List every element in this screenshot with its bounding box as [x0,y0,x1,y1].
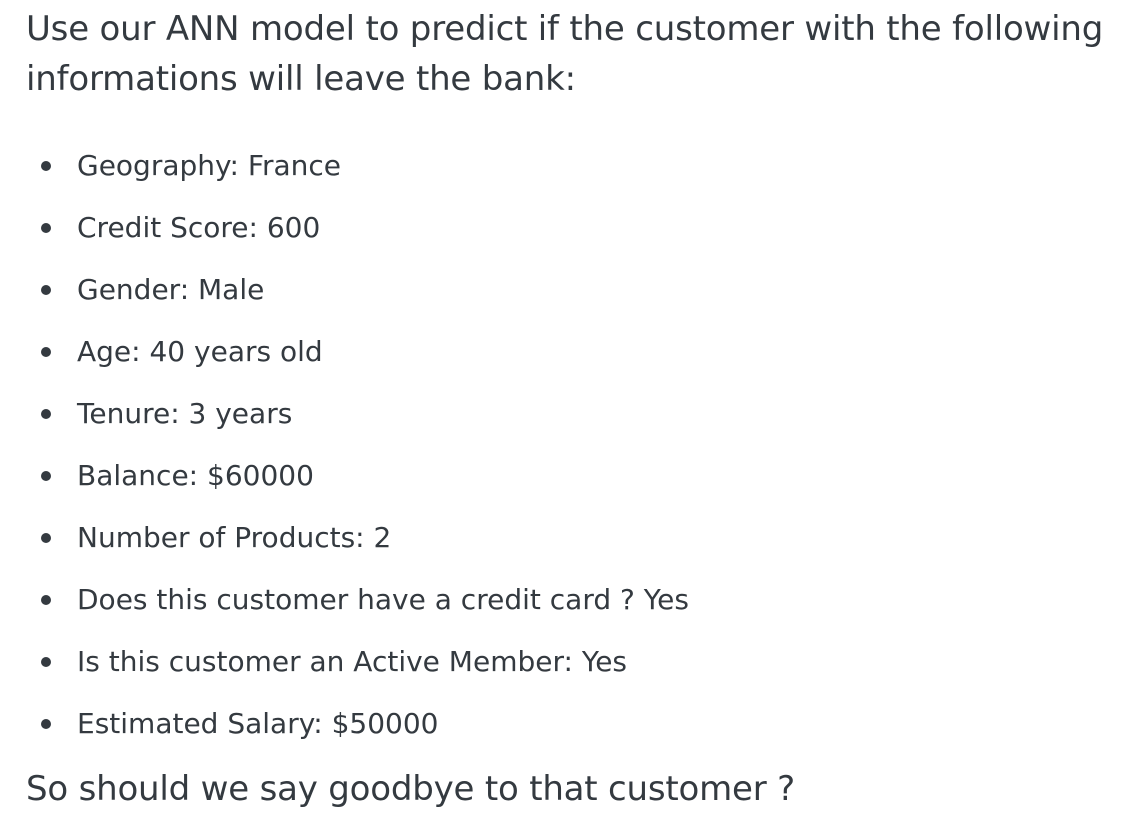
detail-credit-score: Credit Score: 600 [77,211,321,244]
bullet-icon [41,161,51,171]
bullet-icon [41,533,51,543]
bullet-icon [41,285,51,295]
customer-details-list: Geography: France Credit Score: 600 Gend… [26,135,689,755]
detail-active-member: Is this customer an Active Member: Yes [77,645,628,678]
bullet-icon [41,223,51,233]
detail-tenure: Tenure: 3 years [77,397,293,430]
detail-has-credit-card: Does this customer have a credit card ? … [77,583,689,616]
detail-balance: Balance: $60000 [77,459,314,492]
bullet-icon [41,347,51,357]
document-content: Use our ANN model to predict if the cust… [26,0,1126,809]
list-item: Balance: $60000 [26,445,689,507]
detail-geography: Geography: France [77,149,341,182]
bullet-icon [41,471,51,481]
bullet-icon [41,595,51,605]
list-item: Age: 40 years old [26,321,689,383]
detail-estimated-salary: Estimated Salary: $50000 [77,707,439,740]
list-item: Does this customer have a credit card ? … [26,569,689,631]
detail-gender: Gender: Male [77,273,265,306]
intro-paragraph: Use our ANN model to predict if the cust… [26,9,1104,99]
list-item: Is this customer an Active Member: Yes [26,631,689,693]
list-item: Tenure: 3 years [26,383,689,445]
detail-age: Age: 40 years old [77,335,323,368]
closing-question: So should we say goodbye to that custome… [26,769,796,809]
list-item: Geography: France [26,135,689,197]
list-item: Credit Score: 600 [26,197,689,259]
list-item: Estimated Salary: $50000 [26,693,689,755]
list-item: Gender: Male [26,259,689,321]
list-item: Number of Products: 2 [26,507,689,569]
bullet-icon [41,657,51,667]
bullet-icon [41,719,51,729]
detail-number-of-products: Number of Products: 2 [77,521,392,554]
bullet-icon [41,409,51,419]
